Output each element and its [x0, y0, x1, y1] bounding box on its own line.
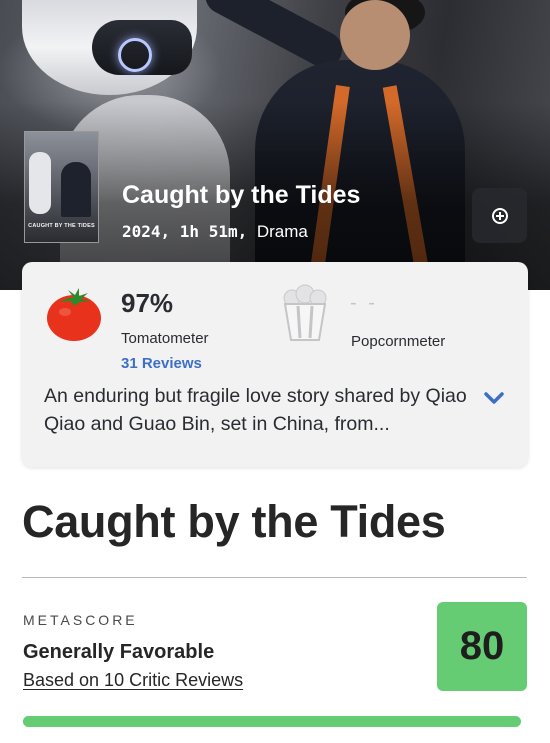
- movie-poster[interactable]: CAUGHT BY THE TIDES: [24, 131, 99, 243]
- hero-movie-title: Caught by the Tides: [122, 181, 361, 209]
- tomato-icon: [47, 288, 101, 341]
- tomatometer-score: 97%: [121, 288, 174, 318]
- poster-title: CAUGHT BY THE TIDES: [28, 223, 95, 229]
- metascore-progress-fill: [23, 716, 422, 727]
- poster-figure: [61, 162, 91, 217]
- popcorn-bucket-icon: [283, 284, 327, 341]
- page-title: Caught by the Tides: [22, 496, 446, 547]
- movie-year: 2024: [122, 222, 161, 241]
- hero-banner: CAUGHT BY THE TIDES Caught by the Tides …: [0, 0, 550, 290]
- plus-circle-icon: [491, 207, 508, 224]
- movie-runtime: 1h 51m: [179, 222, 238, 241]
- movie-meta: 2024, 1h 51m, Drama: [122, 222, 308, 241]
- divider: [22, 577, 527, 578]
- popcornmeter-score: - -: [350, 292, 378, 314]
- tomatometer-label: Tomatometer: [121, 330, 209, 347]
- metascore-verdict: Generally Favorable: [23, 641, 215, 663]
- chevron-down-icon[interactable]: [483, 390, 505, 406]
- score-card: 97% Tomatometer 31 Reviews - - Popcornme…: [22, 262, 528, 467]
- synopsis-text: An enduring but fragile love story share…: [44, 385, 467, 435]
- movie-genre: Drama: [256, 222, 308, 241]
- metascore-label: METASCORE: [23, 612, 138, 628]
- popcornmeter-label: Popcornmeter: [351, 333, 446, 350]
- metascore-badge: 80: [437, 602, 527, 691]
- metascore-progress-bar: [23, 716, 521, 727]
- add-to-watchlist-button[interactable]: [472, 188, 527, 243]
- tomatometer-reviews-link[interactable]: 31 Reviews: [121, 355, 202, 372]
- poster-robot: [29, 152, 51, 214]
- metascore-reviews-link[interactable]: Based on 10 Critic Reviews: [23, 670, 243, 691]
